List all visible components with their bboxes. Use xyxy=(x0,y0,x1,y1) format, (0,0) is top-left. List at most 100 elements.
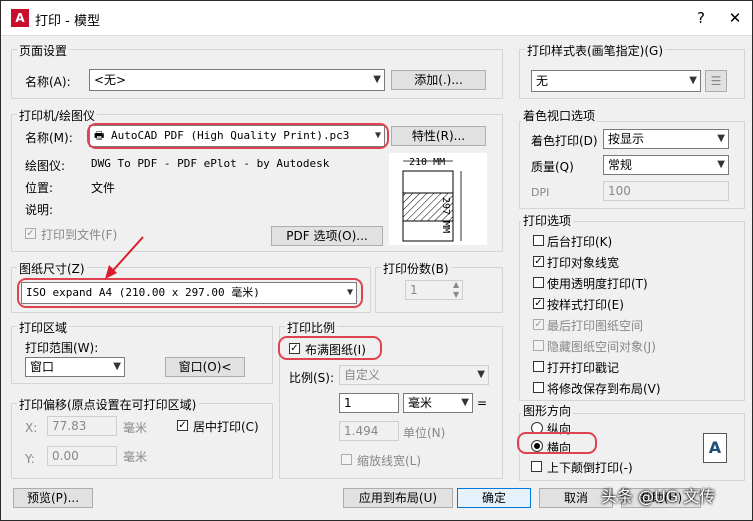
plot-range-value: 窗口 xyxy=(30,360,55,374)
option-plot-transparency: 使用透明度打印(T) xyxy=(547,277,648,291)
chevron-down-icon: ▼ xyxy=(477,369,485,380)
plotter-label: 绘图仪: xyxy=(25,159,66,173)
option-plot-paperspace-last: 最后打印图纸空间 xyxy=(547,319,644,333)
copies-label: 打印份数(B) xyxy=(381,260,451,277)
plot-stamp-checkbox[interactable] xyxy=(533,361,544,372)
center-plot-label: 居中打印(C) xyxy=(193,420,259,434)
highlight-fit-to-paper xyxy=(278,336,382,360)
offset-y-input[interactable]: 0.00 xyxy=(47,446,117,466)
plot-range-select[interactable]: 窗口 ▼ xyxy=(25,357,125,377)
offset-x-unit: 毫米 xyxy=(123,421,148,435)
highlight-landscape xyxy=(517,432,597,454)
chevron-down-icon: ▼ xyxy=(717,159,725,170)
page-setup-name-select[interactable]: <无> ▼ xyxy=(89,69,385,91)
offset-y-unit: 毫米 xyxy=(123,450,148,464)
add-page-setup-button[interactable]: 添加(.)... xyxy=(391,70,486,90)
window-select-button[interactable]: 窗口(O)< xyxy=(165,357,245,377)
offset-x-input[interactable]: 77.83 xyxy=(47,416,117,436)
print-dialog: A 打印 - 模型 ? ✕ 页面设置 名称(A): <无> ▼ 添加(.)...… xyxy=(0,0,753,521)
plot-style-value: 无 xyxy=(536,74,549,88)
preview-height-label: 297 MM xyxy=(440,197,451,234)
shaded-viewport-label: 着色视口选项 xyxy=(521,107,598,124)
plot-with-styles-checkbox[interactable]: ✓ xyxy=(533,298,544,309)
dpi-input[interactable]: 100 xyxy=(603,181,729,201)
orientation-preview-icon: A xyxy=(703,433,727,463)
plot-scale-label: 打印比例 xyxy=(285,319,338,336)
paper-size-label: 图纸尺寸(Z) xyxy=(17,260,87,277)
chevron-down-icon: ▼ xyxy=(689,75,697,86)
copies-spinner-icon[interactable]: ▲ ▼ xyxy=(453,280,459,300)
scale-numerator-input[interactable]: 1 xyxy=(339,393,399,413)
scale-select[interactable]: 自定义 ▼ xyxy=(339,365,489,385)
plot-area-label: 打印区域 xyxy=(17,319,70,336)
upside-down-checkbox[interactable] xyxy=(531,461,542,472)
pdf-options-button[interactable]: PDF 选项(O)... xyxy=(271,226,383,246)
option-background-plot: 后台打印(K) xyxy=(547,235,613,249)
page-setup-name-value: <无> xyxy=(94,73,127,87)
red-arrow-annotation xyxy=(105,236,144,279)
scale-lineweights-label: 缩放线宽(L) xyxy=(357,454,422,468)
save-changes-checkbox[interactable] xyxy=(533,382,544,393)
close-button[interactable]: ✕ xyxy=(718,1,752,35)
shade-plot-label: 着色打印(D) xyxy=(531,134,598,148)
hide-paperspace-checkbox[interactable] xyxy=(533,340,544,351)
scale-denominator-input[interactable]: 1.494 xyxy=(339,421,399,441)
page-setup-name-label: 名称(A): xyxy=(25,75,71,89)
help-title-button[interactable]: ? xyxy=(684,1,718,35)
plot-paperspace-last-checkbox[interactable]: ✓ xyxy=(533,319,544,330)
plot-range-label: 打印范围(W): xyxy=(25,341,99,355)
watermark: 头条 @UG 文传 xyxy=(601,487,716,506)
shade-plot-select[interactable]: 按显示 ▼ xyxy=(603,129,729,149)
plotter-value: DWG To PDF - PDF ePlot - by Autodesk xyxy=(91,157,330,170)
shade-plot-value: 按显示 xyxy=(608,132,645,146)
option-plot-with-styles: 按样式打印(E) xyxy=(547,298,624,312)
edit-style-icon[interactable]: ☰ xyxy=(705,70,727,92)
plot-style-label: 打印样式表(画笔指定)(G) xyxy=(525,42,666,59)
scale-unit-value: 毫米 xyxy=(408,396,433,410)
plot-lineweights-checkbox[interactable]: ✓ xyxy=(533,256,544,267)
ok-button[interactable]: 确定 xyxy=(457,488,531,508)
orientation-label: 图形方向 xyxy=(521,402,574,419)
dpi-label: DPI xyxy=(531,186,550,199)
autocad-logo-icon: A xyxy=(11,9,29,27)
scale-units-label: 单位(N) xyxy=(403,426,446,440)
printer-properties-button[interactable]: 特性(R)... xyxy=(391,126,486,146)
print-to-file-checkbox[interactable]: ✓ xyxy=(25,228,36,239)
highlight-printer xyxy=(87,123,389,149)
quality-value: 常规 xyxy=(608,158,633,172)
plot-offset-group xyxy=(11,403,273,479)
title-bar: A 打印 - 模型 ? ✕ xyxy=(1,1,752,36)
chevron-down-icon: ▼ xyxy=(373,74,381,85)
location-value: 文件 xyxy=(91,181,116,195)
preview-button[interactable]: 预览(P)... xyxy=(13,488,93,508)
center-plot-checkbox[interactable]: ✓ xyxy=(177,420,188,431)
description-label: 说明: xyxy=(25,203,54,217)
plot-transparency-checkbox[interactable] xyxy=(533,277,544,288)
scale-equals: = xyxy=(477,396,488,410)
scale-value: 自定义 xyxy=(344,368,381,382)
printer-name-label: 名称(M): xyxy=(25,131,73,145)
page-setup-label: 页面设置 xyxy=(17,42,70,59)
quality-label: 质量(Q) xyxy=(531,160,574,174)
offset-x-label: X: xyxy=(25,421,38,435)
highlight-paper-size xyxy=(17,278,363,308)
background-plot-checkbox[interactable] xyxy=(533,235,544,246)
option-plot-lineweights: 打印对象线宽 xyxy=(547,256,620,270)
chevron-down-icon: ▼ xyxy=(717,133,725,144)
chevron-down-icon: ▼ xyxy=(461,397,469,408)
chevron-down-icon: ▼ xyxy=(113,361,121,372)
apply-to-layout-button[interactable]: 应用到布局(U) xyxy=(343,488,453,508)
location-label: 位置: xyxy=(25,181,54,195)
option-hide-paperspace: 隐藏图纸空间对象(J) xyxy=(547,340,656,354)
scale-unit-select[interactable]: 毫米 ▼ xyxy=(403,393,473,413)
plot-options-label: 打印选项 xyxy=(521,212,574,229)
quality-select[interactable]: 常规 ▼ xyxy=(603,155,729,175)
scale-lineweights-checkbox[interactable] xyxy=(341,454,352,465)
offset-y-label: Y: xyxy=(25,452,35,466)
upside-down-label: 上下颠倒打印(-) xyxy=(547,461,633,475)
plot-offset-label: 打印偏移(原点设置在可打印区域) xyxy=(17,396,199,413)
scale-label: 比例(S): xyxy=(289,371,335,385)
window-title: 打印 - 模型 xyxy=(35,14,100,29)
preview-width-label: 210 MM xyxy=(409,157,446,168)
plot-style-select[interactable]: 无 ▼ xyxy=(531,70,701,92)
